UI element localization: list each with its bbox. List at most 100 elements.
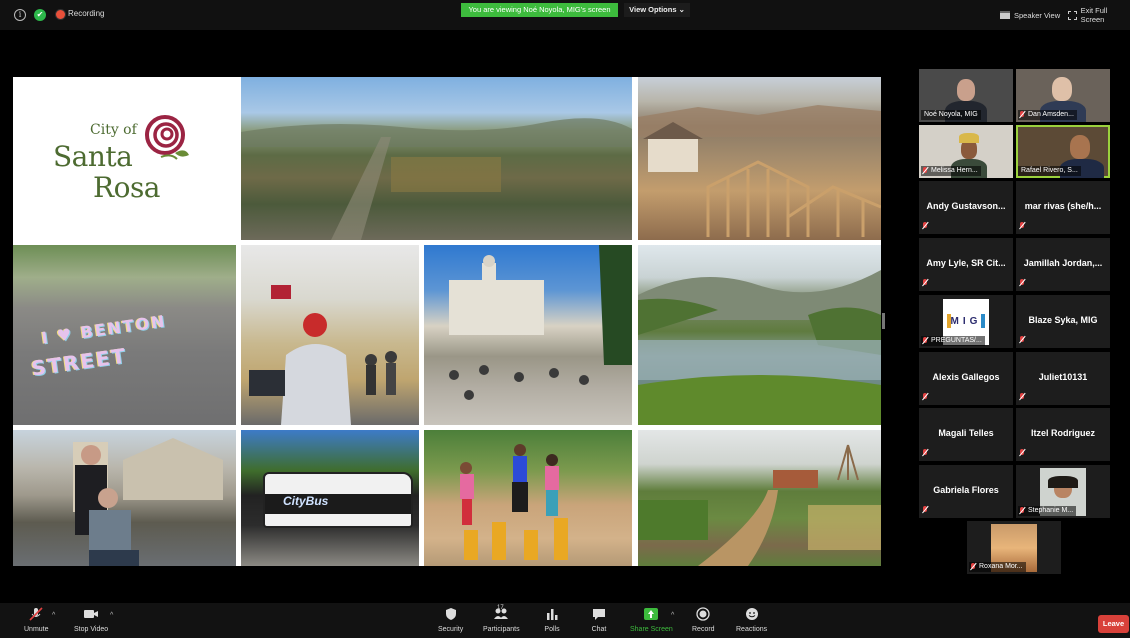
panel-divider-handle[interactable] bbox=[882, 313, 885, 329]
participant-name: Rafael Rivero, S... bbox=[1018, 166, 1081, 176]
participant-tile[interactable]: Magali Telles bbox=[919, 408, 1013, 461]
record-icon bbox=[696, 607, 710, 621]
participant-name: Melissa Hern... bbox=[921, 166, 981, 176]
participants-button[interactable]: 17 Participants bbox=[483, 605, 520, 633]
aerial-hills-shape bbox=[241, 118, 632, 240]
polls-label: Polls bbox=[544, 626, 560, 633]
participant-name: Alexis Gallegos bbox=[932, 372, 1000, 382]
participant-name: Stephanie M... bbox=[1018, 506, 1077, 516]
meeting-toolbar: Unmute ^ Stop Video ^ Security 17 Partic… bbox=[0, 603, 1130, 638]
participant-name: Amy Lyle, SR Cit... bbox=[926, 258, 1006, 268]
participant-name: Itzel Rodriguez bbox=[1030, 428, 1095, 438]
playground-photo bbox=[424, 430, 632, 566]
leave-button[interactable]: Leave bbox=[1098, 615, 1129, 633]
security-button[interactable]: Security bbox=[438, 607, 463, 633]
recording-label: Recording bbox=[68, 9, 105, 18]
record-button[interactable]: Record bbox=[692, 607, 715, 633]
view-options-button[interactable]: View Options ⌄ bbox=[624, 3, 690, 17]
logo-santa: Santa bbox=[53, 140, 133, 173]
reactions-button[interactable]: Reactions bbox=[736, 607, 767, 633]
chat-icon bbox=[593, 609, 605, 620]
share-screen-button[interactable]: Share Screen bbox=[630, 607, 673, 633]
stop-video-label: Stop Video bbox=[74, 626, 109, 633]
participant-tile[interactable]: MIG PREGUNTAS/... bbox=[919, 295, 1013, 348]
participant-tile[interactable]: Juliet10131 bbox=[1016, 352, 1110, 405]
participant-name: mar rivas (she/h... bbox=[1024, 201, 1102, 211]
polls-button[interactable]: Polls bbox=[544, 607, 560, 633]
mig-logo-text: MIG bbox=[950, 316, 982, 327]
participant-name: Noé Noyola, MIG bbox=[921, 110, 981, 120]
participants-label: Participants bbox=[483, 626, 520, 633]
participant-tile[interactable]: Stephanie M... bbox=[1016, 465, 1110, 518]
recording-icon bbox=[56, 10, 65, 19]
chat-button[interactable]: Chat bbox=[591, 607, 607, 633]
participant-tile-active-speaker[interactable]: Rafael Rivero, S... bbox=[1016, 125, 1110, 178]
chat-label: Chat bbox=[591, 626, 607, 633]
share-options-chevron-icon[interactable]: ^ bbox=[671, 612, 674, 619]
participant-tile[interactable]: Blaze Syka, MIG bbox=[1016, 295, 1110, 348]
video-camera-icon bbox=[84, 610, 99, 618]
muted-mic-icon bbox=[922, 506, 928, 514]
participant-name: Magali Telles bbox=[938, 428, 994, 438]
polls-icon bbox=[547, 609, 558, 620]
participant-tile[interactable]: Andy Gustavson... bbox=[919, 181, 1013, 234]
participant-tile[interactable]: Jamillah Jordan,... bbox=[1016, 238, 1110, 291]
participant-tile[interactable]: Noé Noyola, MIG bbox=[919, 69, 1013, 122]
exit-full-screen-button[interactable]: Exit Full Screen bbox=[1068, 6, 1130, 24]
chalk-text-street: STREET bbox=[29, 343, 129, 381]
unmute-label: Unmute bbox=[24, 626, 49, 633]
playground-kids-shape bbox=[460, 444, 568, 560]
homeowners-photo bbox=[13, 430, 236, 566]
housing-construction-photo bbox=[638, 77, 881, 240]
lake-hills-shape bbox=[638, 270, 881, 425]
shared-screen: City of Santa Rosa I ♥ BENTON STREET Cit… bbox=[13, 77, 881, 566]
encryption-shield-icon[interactable]: ✔ bbox=[34, 9, 46, 21]
reactions-icon bbox=[745, 608, 758, 620]
participant-tile[interactable]: Dan Amsden... bbox=[1016, 69, 1110, 122]
participant-name: Jamillah Jordan,... bbox=[1023, 258, 1103, 268]
house-people-shape bbox=[73, 438, 223, 566]
muted-mic-icon bbox=[1019, 279, 1025, 287]
muted-mic-icon bbox=[1019, 393, 1025, 401]
top-bar: i ✔ Recording You are viewing Noé Noyola… bbox=[0, 0, 1130, 30]
shield-icon bbox=[445, 608, 456, 620]
exit-full-screen-label: Exit Full Screen bbox=[1080, 6, 1108, 24]
participant-tile[interactable]: Itzel Rodriguez bbox=[1016, 408, 1110, 461]
rose-icon bbox=[145, 115, 189, 160]
muted-mic-icon bbox=[1019, 222, 1025, 230]
participant-tile[interactable]: Alexis Gallegos bbox=[919, 352, 1013, 405]
muted-mic-icon bbox=[1019, 111, 1025, 119]
share-screen-icon bbox=[644, 608, 659, 620]
speaker-view-button[interactable]: Speaker View bbox=[1000, 8, 1060, 22]
video-options-chevron-icon[interactable]: ^ bbox=[110, 612, 113, 619]
participant-tile[interactable]: mar rivas (she/h... bbox=[1016, 181, 1110, 234]
garden-shape bbox=[638, 444, 881, 566]
stop-video-button[interactable]: Stop Video bbox=[74, 607, 108, 633]
exit-full-screen-icon bbox=[1068, 10, 1077, 20]
muted-mic-icon bbox=[922, 449, 928, 457]
muted-mic-icon bbox=[1019, 449, 1025, 457]
unmute-button[interactable]: Unmute bbox=[24, 607, 49, 633]
record-label: Record bbox=[692, 626, 715, 633]
audio-options-chevron-icon[interactable]: ^ bbox=[52, 612, 55, 619]
participant-name: Dan Amsden... bbox=[1018, 110, 1077, 120]
logo-rosa: Rosa bbox=[93, 171, 161, 204]
chalk-text-benton: I ♥ BENTON bbox=[40, 311, 168, 348]
citybus-shape: CityBus bbox=[263, 472, 413, 528]
muted-mic-icon bbox=[1019, 507, 1025, 515]
participant-name: Juliet10131 bbox=[1038, 372, 1088, 382]
gym-people-shape bbox=[249, 285, 397, 425]
muted-mic-icon bbox=[922, 222, 928, 230]
participant-tile[interactable]: Melissa Hern... bbox=[919, 125, 1013, 178]
share-screen-label: Share Screen bbox=[630, 626, 673, 633]
participant-tile[interactable]: Gabriela Flores bbox=[919, 465, 1013, 518]
speaker-view-icon bbox=[1000, 11, 1010, 19]
participant-tile[interactable]: Amy Lyle, SR Cit... bbox=[919, 238, 1013, 291]
participant-tile[interactable]: Roxana Mor... bbox=[967, 521, 1061, 574]
info-icon[interactable]: i bbox=[14, 9, 26, 21]
participant-name: Andy Gustavson... bbox=[926, 201, 1006, 211]
participant-face bbox=[1052, 77, 1072, 101]
citybus-label: CityBus bbox=[283, 494, 329, 508]
muted-mic-icon bbox=[922, 167, 928, 175]
city-of-santa-rosa-logo: City of Santa Rosa bbox=[13, 77, 240, 240]
